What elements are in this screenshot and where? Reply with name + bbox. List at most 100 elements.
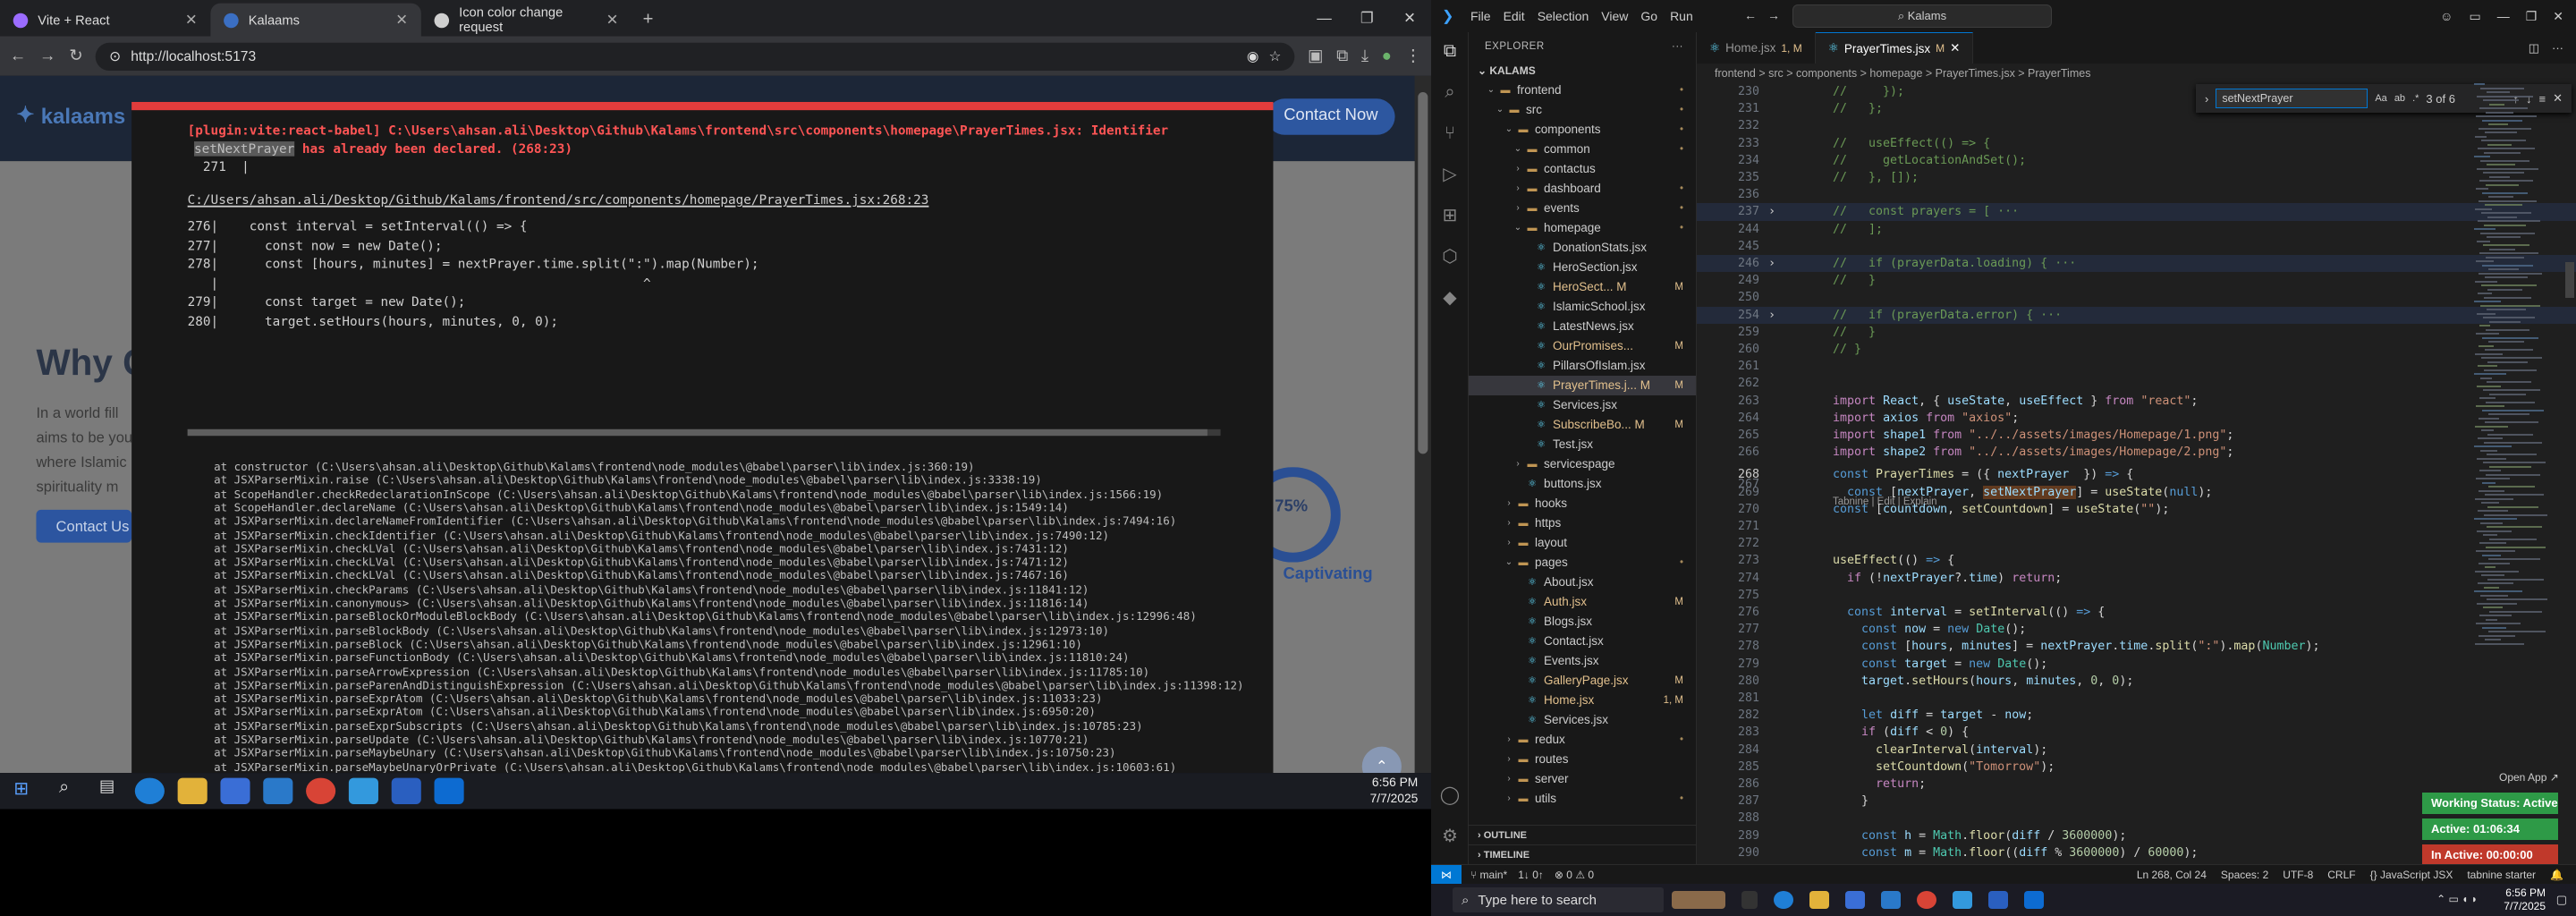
folder-item[interactable]: › ▬ utils • [1469,789,1696,809]
layout-icon[interactable]: ▭ [2469,9,2480,24]
contact-now-button[interactable]: Contact Now [1267,98,1395,135]
close-icon[interactable]: ✕ [1950,41,1960,55]
app-icon[interactable] [1953,891,1972,909]
reload-icon[interactable]: ↻ [69,47,82,64]
git-branch[interactable]: ⑂ main* [1470,869,1507,881]
code-line[interactable]: 263 import React, { useState, useEffect }… [1697,393,2576,410]
code-line[interactable]: 276 const interval = setInterval(() => { [1697,604,2576,621]
code-line[interactable]: 245 [1697,238,2576,255]
scroll-up-icon[interactable]: ⌃ [1361,746,1402,774]
folder-item[interactable]: › ▬ https [1469,513,1696,533]
file-item[interactable]: ⚛ Events.jsx [1469,651,1696,671]
close-icon[interactable]: ✕ [606,11,619,29]
teams-icon[interactable] [1988,891,2008,909]
file-item[interactable]: ⚛ Services.jsx [1469,395,1696,415]
menu-edit[interactable]: Edit [1504,9,1525,23]
edge-icon[interactable] [134,777,165,804]
file-item[interactable]: ⚛ About.jsx [1469,572,1696,592]
code-line[interactable]: 282 let diff = target - now; [1697,707,2576,724]
encoding[interactable]: UTF-8 [2283,865,2313,885]
code-line[interactable]: 265 import shape1 from "../../assets/imag… [1697,427,2576,444]
file-explorer-icon[interactable] [177,777,208,804]
edge-icon[interactable] [1774,891,1793,909]
code-line[interactable]: 233// useEffect(() => { [1697,135,2576,152]
system-tray-icons[interactable]: ⌃ ▭ ◖ ◗ [2436,893,2478,905]
remote-icon[interactable]: ⋈ [1431,864,1462,885]
store-icon[interactable] [220,777,250,804]
task-view-icon[interactable] [1741,891,1758,909]
menu-run[interactable]: Run [1670,9,1693,23]
code-line[interactable]: 281 [1697,690,2576,707]
close-window-icon[interactable]: ✕ [2553,9,2563,24]
mail-icon[interactable] [263,777,293,804]
menu-view[interactable]: View [1601,9,1628,23]
notifications-bell-icon[interactable]: 🔔 [2550,865,2563,885]
code-line[interactable]: 275 [1697,587,2576,604]
explorer-icon[interactable]: ⧉ [1438,39,1462,63]
file-item[interactable]: ⚛ PillarsOfIslam.jsx [1469,356,1696,376]
match-case-icon[interactable]: Aa [2375,93,2386,104]
copilot-icon[interactable]: ☺ [2440,9,2453,23]
code-line[interactable]: 264 import axios from "axios"; [1697,410,2576,427]
app-icon[interactable] [348,777,378,804]
code-line[interactable]: 232 [1697,117,2576,134]
code-line[interactable]: 260// } [1697,341,2576,358]
file-link[interactable]: C:/Users/ahsan.ali/Desktop/Github/Kalams… [188,192,929,208]
cursor-position[interactable]: Ln 268, Col 24 [2137,865,2207,885]
windows-start-icon[interactable]: ⊞ [6,778,36,804]
indentation[interactable]: Spaces: 2 [2221,865,2268,885]
folder-item[interactable]: ⌄ ▬ src • [1469,100,1696,120]
folder-item[interactable]: › ▬ layout [1469,533,1696,553]
folder-item[interactable]: › ▬ events • [1469,199,1696,218]
account-icon[interactable]: ◯ [1438,784,1462,807]
code-line[interactable]: 266 import shape2 from "../../assets/imag… [1697,444,2576,461]
notifications-icon[interactable]: ▢ [2556,893,2567,907]
folder-item[interactable]: ⌄ ▬ components • [1469,120,1696,140]
tabnine-icon[interactable]: ◆ [1438,286,1462,310]
folder-item[interactable]: › ▬ hooks [1469,494,1696,513]
more-actions-icon[interactable]: ··· [2552,41,2563,55]
file-item[interactable]: ⚛ Auth.jsx M [1469,592,1696,612]
code-line[interactable]: 249// } [1697,272,2576,289]
menu-file[interactable]: File [1470,9,1491,23]
regex-icon[interactable]: .* [2412,93,2419,104]
file-item[interactable]: ⚛ DonationStats.jsx [1469,238,1696,258]
split-editor-icon[interactable]: ◫ [2529,41,2539,55]
folder-item[interactable]: › ▬ dashboard • [1469,179,1696,199]
minimize-icon[interactable]: — [1303,0,1346,36]
vscode-taskbar-icon[interactable] [2024,891,2044,909]
code-line[interactable]: 250 [1697,289,2576,306]
settings-gear-icon[interactable]: ⚙ [1438,825,1462,848]
code-line[interactable]: 268 const PrayerTimes = ({ nextPrayer }) … [1697,466,2576,483]
nav-forward-icon[interactable]: → [1767,8,1780,22]
tab-home-jsx[interactable]: ⚛ Home.jsx 1, M [1697,32,1816,64]
command-center[interactable]: ⌕ Kalams [1792,4,2052,28]
back-icon[interactable]: ← [10,47,26,64]
code-line[interactable]: 234// getLocationAndSet(); [1697,152,2576,169]
more-actions-icon[interactable]: ··· [1672,32,1683,61]
search-icon[interactable]: ⌕ [49,778,79,804]
close-window-icon[interactable]: ✕ [1388,0,1431,36]
remote-explorer-icon[interactable]: ⬡ [1438,245,1462,268]
file-item[interactable]: ⚛ Test.jsx [1469,435,1696,454]
tab-kalaams[interactable]: Kalaams ✕ [210,3,421,37]
folder-item[interactable]: › ▬ routes [1469,750,1696,769]
maximize-icon[interactable]: ❐ [1345,0,1388,36]
working-status-badge[interactable]: Working Status: Active [2422,793,2558,814]
news-widget-icon[interactable] [1672,891,1725,909]
task-view-icon[interactable]: ▤ [92,778,122,804]
taskbar-search-input[interactable]: ⌕ Type here to search [1453,887,1664,912]
git-sync[interactable]: 1↓ 0↑ [1518,869,1544,881]
file-item[interactable]: ⚛ IslamicSchool.jsx [1469,297,1696,317]
code-line[interactable]: 280 target.setHours(hours, minutes, 0, 0… [1697,673,2576,690]
code-line[interactable]: 283 if (diff < 0) { [1697,724,2576,741]
run-debug-icon[interactable]: ▷ [1438,163,1462,186]
code-line[interactable]: 274 if (!nextPrayer?.time) return; [1697,570,2576,587]
profile-avatar[interactable]: ● [1382,47,1392,64]
chrome-icon[interactable] [1917,891,1936,909]
close-icon[interactable]: ✕ [185,11,198,29]
chrome-icon[interactable] [306,777,336,804]
code-line[interactable]: 273 useEffect(() => { [1697,552,2576,569]
code-line[interactable]: 259// } [1697,324,2576,341]
whole-word-icon[interactable]: ab [2394,93,2405,104]
